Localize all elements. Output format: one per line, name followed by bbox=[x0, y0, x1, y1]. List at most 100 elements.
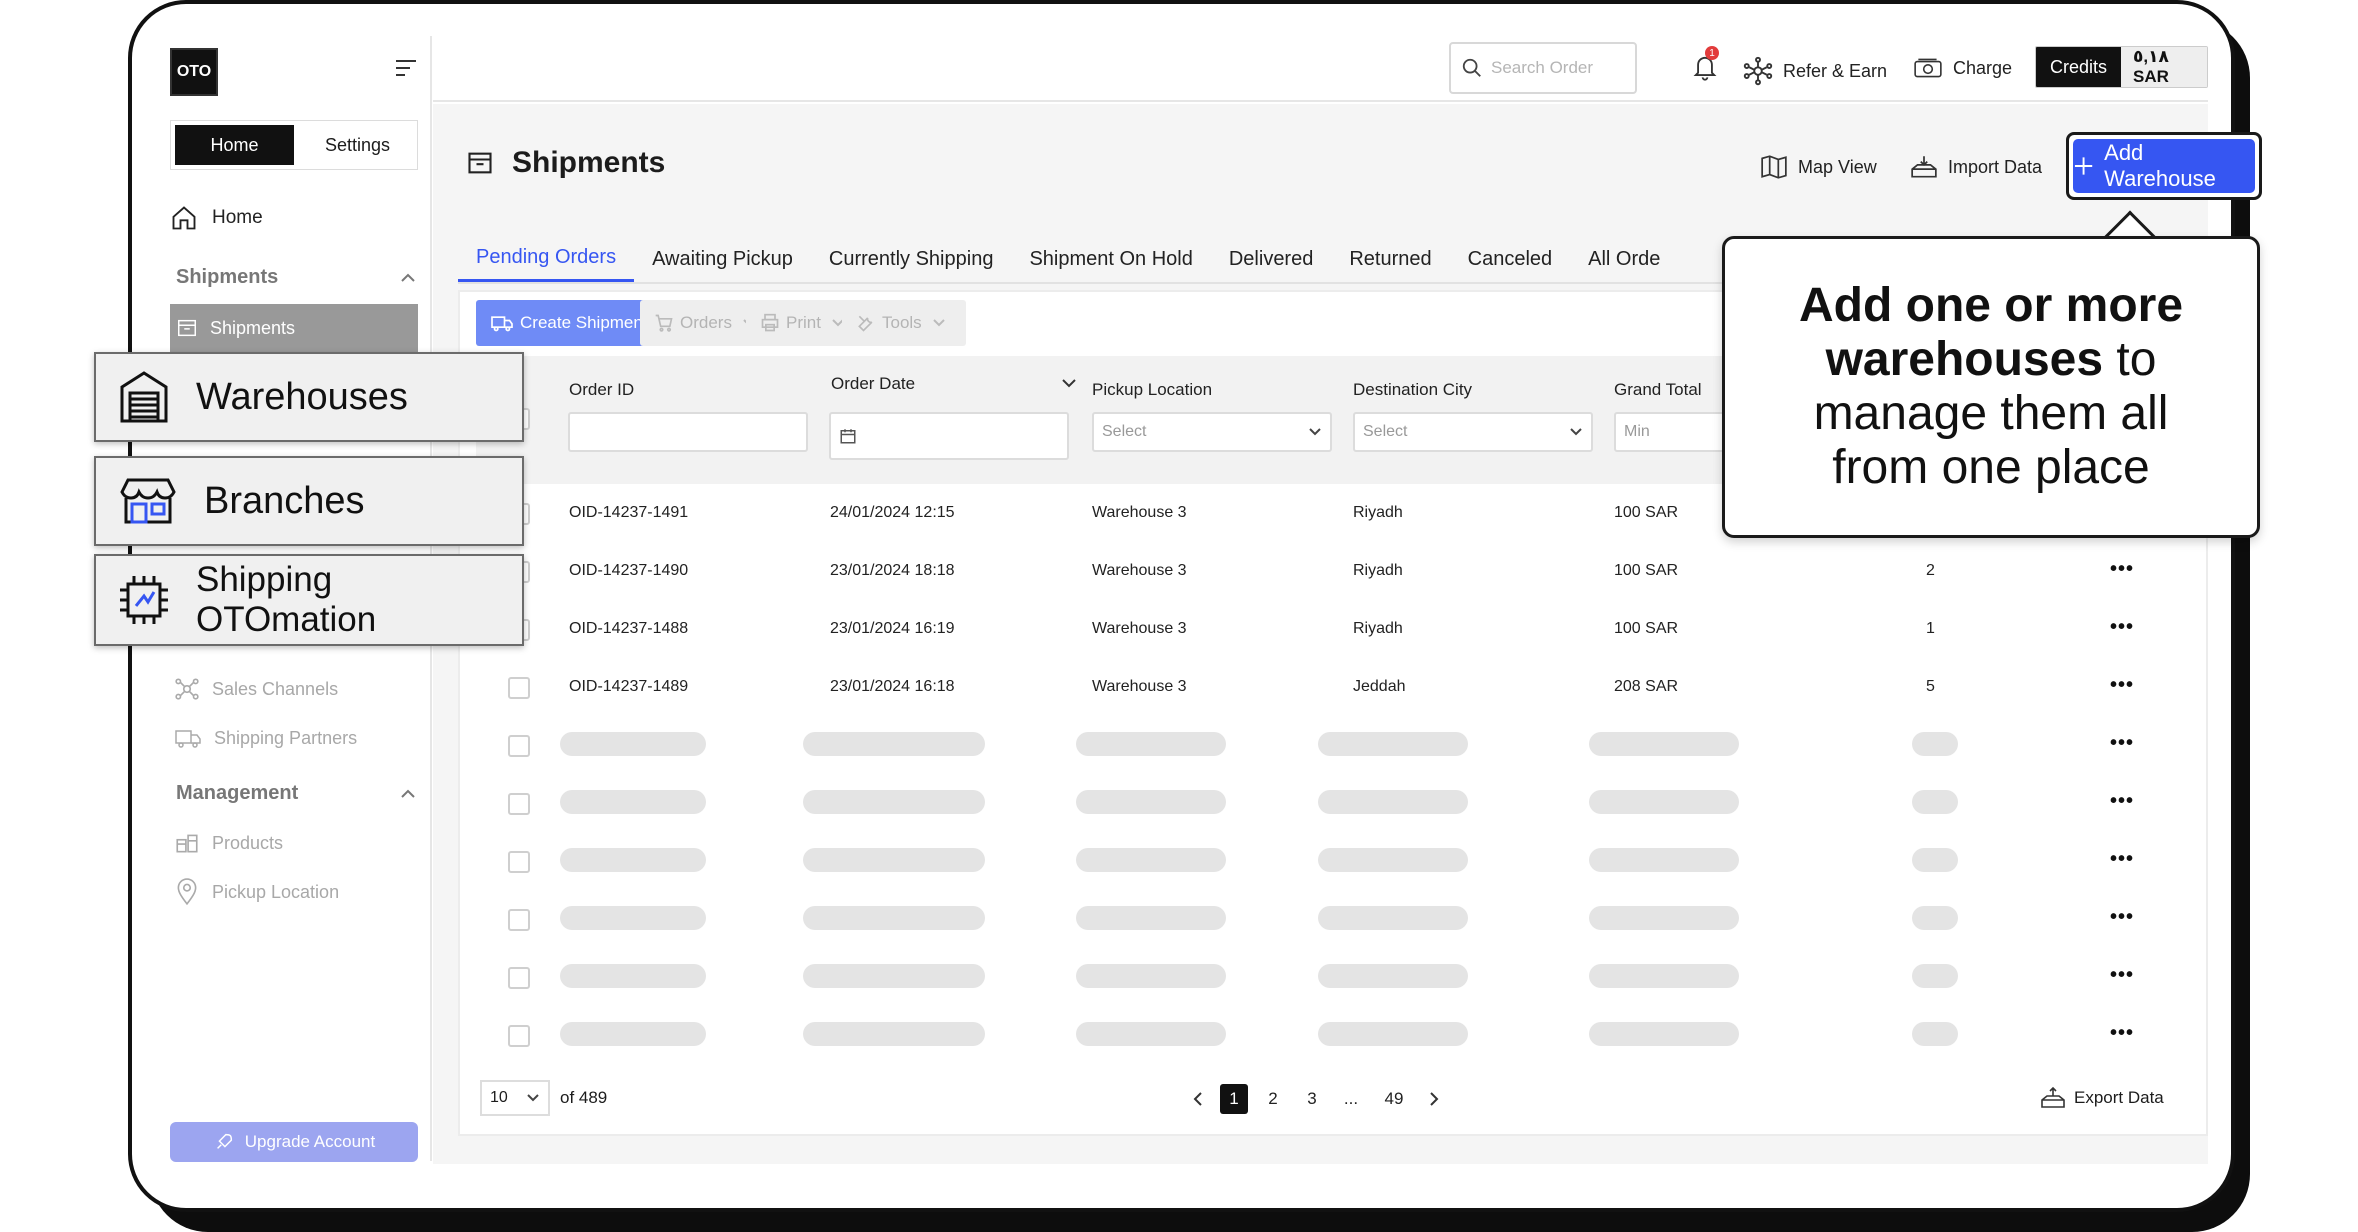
row-more-icon[interactable]: ••• bbox=[2110, 732, 2134, 755]
credits-label: Credits bbox=[2036, 47, 2122, 87]
menu-toggle-icon[interactable] bbox=[396, 60, 416, 76]
skeleton-cell bbox=[1589, 906, 1739, 930]
skeleton-cell bbox=[1318, 964, 1468, 988]
row-checkbox[interactable] bbox=[508, 793, 530, 815]
sidebar-section-management[interactable]: Management bbox=[176, 782, 416, 805]
cell-destination-city: Riyadh bbox=[1353, 504, 1403, 521]
sidebar-section-shipments[interactable]: Shipments bbox=[176, 266, 416, 289]
row-checkbox[interactable] bbox=[508, 1025, 530, 1047]
row-checkbox[interactable] bbox=[508, 909, 530, 931]
order-date-filter[interactable] bbox=[829, 412, 1069, 460]
col-grand-total[interactable]: Grand Total bbox=[1614, 380, 1702, 400]
row-checkbox[interactable] bbox=[508, 851, 530, 873]
order-id-filter[interactable] bbox=[568, 412, 808, 452]
tab-canceled[interactable]: Canceled bbox=[1450, 236, 1571, 282]
map-view-button[interactable]: Map View bbox=[1760, 154, 1877, 180]
notifications-button[interactable]: 1 bbox=[1691, 46, 1719, 87]
tab-awaiting-pickup[interactable]: Awaiting Pickup bbox=[634, 236, 811, 282]
search-input[interactable]: Search Order bbox=[1449, 42, 1637, 94]
row-checkbox[interactable] bbox=[508, 735, 530, 757]
cell-order-date: 23/01/2024 18:18 bbox=[830, 562, 955, 579]
sidebar-item-sales-channels[interactable]: Sales Channels bbox=[174, 676, 338, 702]
sidebar-item-pickup-location[interactable]: Pickup Location bbox=[174, 878, 339, 906]
chevron-down-icon bbox=[1570, 428, 1582, 436]
skeleton-cell bbox=[1912, 848, 1958, 872]
cart-icon bbox=[655, 314, 673, 332]
skeleton-cell bbox=[803, 790, 985, 814]
skeleton-cell bbox=[560, 1022, 706, 1046]
skeleton-cell bbox=[560, 848, 706, 872]
skeleton-cell bbox=[1589, 790, 1739, 814]
destination-city-filter[interactable]: Select bbox=[1353, 412, 1593, 452]
truck-icon bbox=[175, 730, 201, 748]
sidebar-item-home[interactable]: Home bbox=[170, 204, 263, 232]
tab-shipment-on-hold[interactable]: Shipment On Hold bbox=[1011, 236, 1210, 282]
row-more-icon[interactable]: ••• bbox=[2110, 906, 2134, 929]
charge-link[interactable]: Charge bbox=[1913, 56, 2012, 80]
tooltip-line-3: manage them all bbox=[1813, 387, 2169, 440]
export-data-button[interactable]: Export Data bbox=[2040, 1086, 2164, 1110]
upgrade-account-button[interactable]: Upgrade Account bbox=[170, 1122, 418, 1162]
tab-pending-orders[interactable]: Pending Orders bbox=[458, 236, 635, 282]
tooltip-line-2: to bbox=[2103, 333, 2157, 386]
col-order-id[interactable]: Order ID bbox=[569, 380, 634, 400]
section-label: Shipments bbox=[176, 266, 279, 288]
row-more-icon[interactable]: ••• bbox=[2110, 616, 2134, 639]
orders-label: Orders bbox=[680, 313, 732, 332]
page-3[interactable]: 3 bbox=[1298, 1084, 1326, 1114]
add-warehouse-button[interactable]: Add Warehouse bbox=[2073, 139, 2255, 193]
tools-button[interactable]: Tools bbox=[842, 300, 966, 346]
page-size-select[interactable]: 10 bbox=[480, 1080, 550, 1116]
chevron-down-icon[interactable] bbox=[1061, 378, 1077, 388]
refer-earn-link[interactable]: Refer & Earn bbox=[1743, 56, 1887, 86]
seg-home[interactable]: Home bbox=[175, 125, 294, 165]
search-placeholder: Search Order bbox=[1491, 58, 1594, 77]
upgrade-label: Upgrade Account bbox=[244, 1132, 376, 1151]
row-more-icon[interactable]: ••• bbox=[2110, 558, 2134, 581]
sidebar-item-shipments[interactable]: Shipments bbox=[170, 304, 418, 352]
col-destination-city[interactable]: Destination City bbox=[1353, 380, 1472, 400]
warehouses-callout: Warehouses bbox=[94, 352, 524, 442]
page-ellipsis: ... bbox=[1343, 1089, 1359, 1108]
row-more-icon[interactable]: ••• bbox=[2110, 1022, 2134, 1045]
cell-order-date: 23/01/2024 16:18 bbox=[830, 678, 955, 695]
cell-order-id[interactable]: OID-14237-1488 bbox=[569, 620, 688, 638]
row-more-icon[interactable]: ••• bbox=[2110, 848, 2134, 871]
row-more-icon[interactable]: ••• bbox=[2110, 964, 2134, 987]
cell-destination-city: Jeddah bbox=[1353, 678, 1406, 695]
cell-order-id[interactable]: OID-14237-1491 bbox=[569, 504, 688, 522]
tab-returned[interactable]: Returned bbox=[1331, 236, 1449, 282]
col-order-date[interactable]: Order Date bbox=[831, 374, 915, 394]
next-page-button[interactable] bbox=[1420, 1084, 1448, 1114]
cell-order-id[interactable]: OID-14237-1489 bbox=[569, 678, 688, 696]
tab-all-orders[interactable]: All Orde bbox=[1570, 236, 1678, 282]
sidebar-item-shipping-partners[interactable]: Shipping Partners bbox=[174, 726, 357, 750]
cell-order-id[interactable]: OID-14237-1490 bbox=[569, 562, 688, 580]
pickup-location-filter[interactable]: Select bbox=[1092, 412, 1332, 452]
tab-delivered[interactable]: Delivered bbox=[1211, 236, 1331, 282]
sidebar-item-label: Shipments bbox=[210, 317, 296, 338]
cell-grand-total: 100 SAR bbox=[1614, 620, 1679, 637]
sidebar-item-products[interactable]: Products bbox=[174, 830, 283, 856]
section-label: Management bbox=[176, 782, 299, 804]
col-pickup-location[interactable]: Pickup Location bbox=[1092, 380, 1212, 400]
tab-currently-shipping[interactable]: Currently Shipping bbox=[811, 236, 1012, 282]
print-label: Print bbox=[786, 313, 821, 332]
map-icon bbox=[1761, 155, 1787, 179]
row-more-icon[interactable]: ••• bbox=[2110, 674, 2134, 697]
page-49[interactable]: 49 bbox=[1380, 1084, 1408, 1114]
chevron-down-icon bbox=[932, 319, 945, 327]
page-1[interactable]: 1 bbox=[1220, 1084, 1248, 1114]
cell-destination-city: Riyadh bbox=[1353, 562, 1403, 579]
row-checkbox[interactable] bbox=[508, 967, 530, 989]
page-2[interactable]: 2 bbox=[1259, 1084, 1287, 1114]
row-more-icon[interactable]: ••• bbox=[2110, 790, 2134, 813]
prev-page-button[interactable] bbox=[1184, 1084, 1212, 1114]
seg-settings[interactable]: Settings bbox=[298, 121, 417, 169]
skeleton-cell bbox=[803, 848, 985, 872]
import-data-button[interactable]: Import Data bbox=[1910, 154, 2042, 180]
credits-badge[interactable]: Credits ٥,١٨ SAR bbox=[2035, 46, 2208, 88]
skeleton-cell bbox=[1912, 906, 1958, 930]
row-checkbox[interactable] bbox=[508, 677, 530, 699]
cell-quantity: 5 bbox=[1926, 678, 1935, 695]
